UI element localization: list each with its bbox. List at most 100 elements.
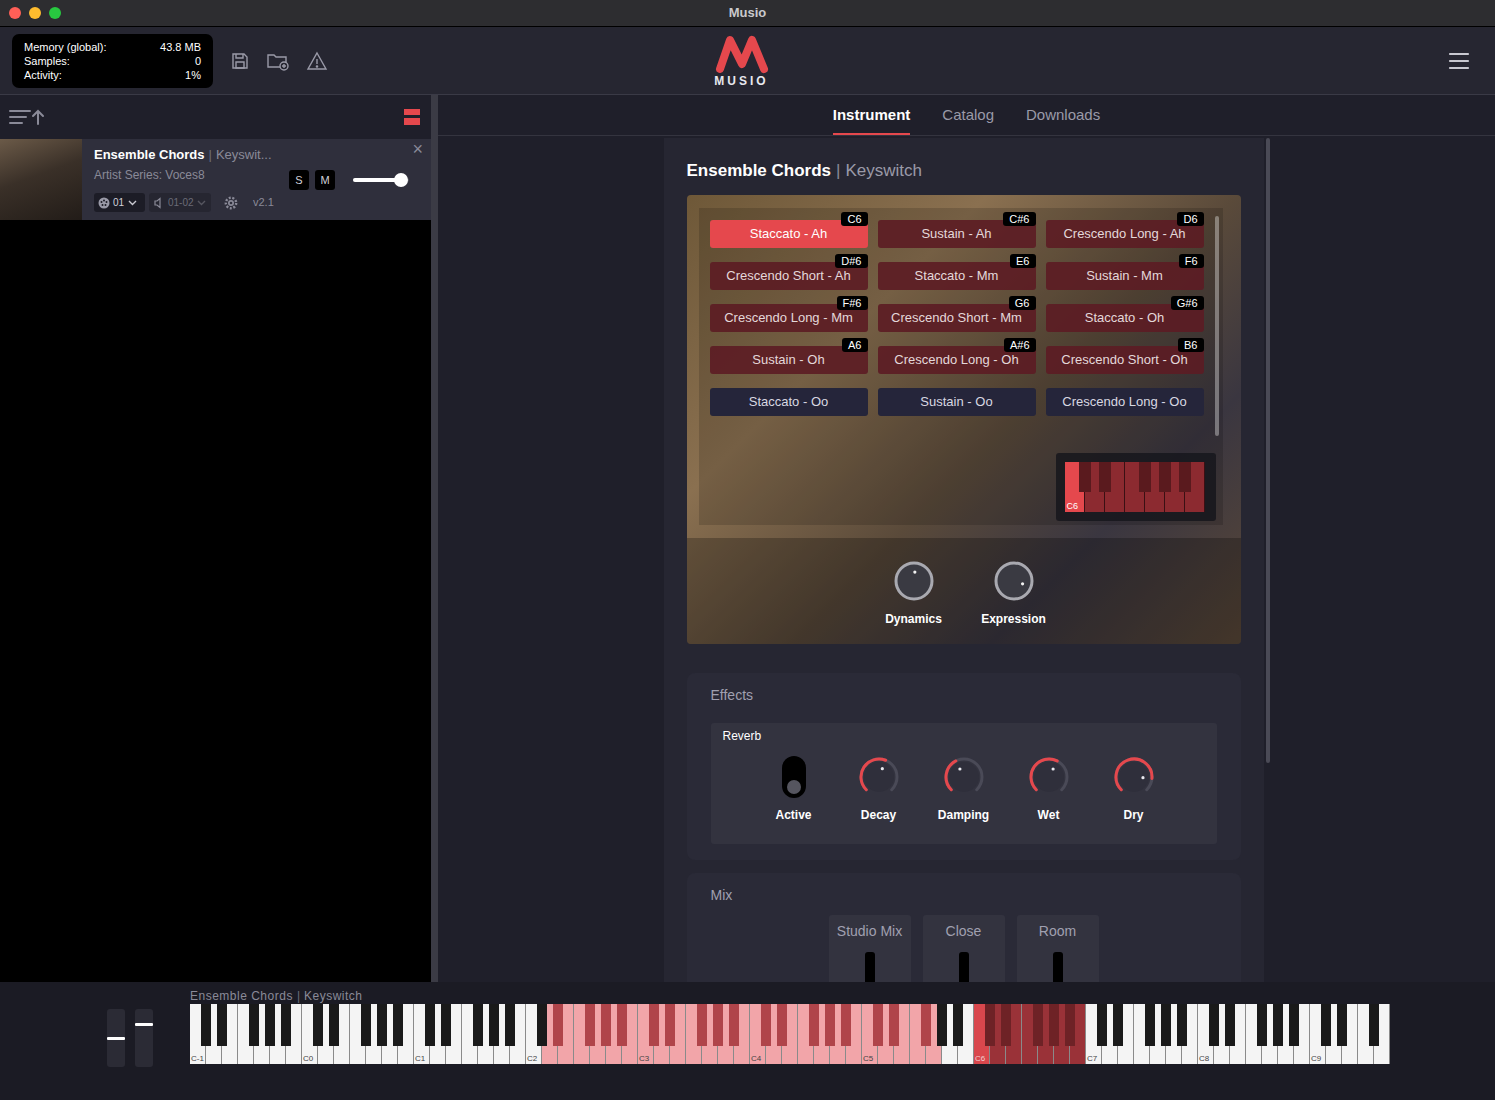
piano-key[interactable]: [1337, 1004, 1347, 1046]
piano-key[interactable]: [713, 1004, 723, 1046]
midi-channel-select[interactable]: 01: [94, 193, 145, 212]
piano-key[interactable]: [697, 1004, 707, 1046]
active-toggle[interactable]: [782, 756, 806, 798]
piano-key[interactable]: [953, 1004, 963, 1046]
save-icon[interactable]: [229, 50, 251, 72]
knob[interactable]: [858, 756, 900, 798]
piano-key[interactable]: [473, 1004, 483, 1046]
zoom-window-button[interactable]: [49, 7, 61, 19]
articulation-button[interactable]: Crescendo Short - AhD#6: [710, 262, 868, 290]
rack-instrument[interactable]: Ensemble Chords|Keyswit...Artist Series:…: [0, 139, 431, 220]
articulation-button[interactable]: Staccato - AhC6: [710, 220, 868, 248]
piano-key[interactable]: [585, 1004, 595, 1046]
piano-key[interactable]: [873, 1004, 883, 1046]
piano-key[interactable]: [505, 1004, 515, 1046]
piano-key[interactable]: [729, 1004, 739, 1046]
piano-key[interactable]: [329, 1004, 339, 1046]
volume-thumb[interactable]: [394, 173, 408, 187]
knob[interactable]: [1113, 756, 1155, 798]
knob-control[interactable]: Damping: [934, 756, 994, 824]
piano-key[interactable]: [441, 1004, 451, 1046]
knob-control[interactable]: Dynamics: [879, 560, 949, 644]
list-scrollbar[interactable]: [1215, 216, 1219, 436]
tab[interactable]: Catalog: [942, 95, 994, 136]
piano-key[interactable]: [537, 1004, 547, 1046]
articulation-button[interactable]: Sustain - AhC#6: [878, 220, 1036, 248]
piano-key[interactable]: [921, 1004, 931, 1046]
knob-control[interactable]: Expression: [979, 560, 1049, 644]
tab[interactable]: Instrument: [833, 95, 911, 136]
piano-key[interactable]: [889, 1004, 899, 1046]
minimize-window-button[interactable]: [29, 7, 41, 19]
articulation-button[interactable]: Sustain - OhA6: [710, 346, 868, 374]
mix-fader[interactable]: [1053, 952, 1063, 982]
piano-key[interactable]: [1097, 1004, 1107, 1046]
piano-key[interactable]: [1065, 1004, 1075, 1046]
piano-key[interactable]: [777, 1004, 787, 1046]
warning-icon[interactable]: [305, 50, 329, 72]
solo-button[interactable]: S: [289, 170, 309, 190]
mini-key[interactable]: [1139, 462, 1151, 492]
mute-button[interactable]: M: [315, 170, 335, 190]
piano-key[interactable]: [201, 1004, 211, 1046]
knob[interactable]: [893, 560, 935, 602]
knob[interactable]: [993, 560, 1035, 602]
piano-key[interactable]: [313, 1004, 323, 1046]
piano-key[interactable]: [937, 1004, 947, 1046]
articulation-button[interactable]: Staccato - MmE6: [878, 262, 1036, 290]
articulation-button[interactable]: Crescendo Short - MmG6: [878, 304, 1036, 332]
knob-control[interactable]: Decay: [849, 756, 909, 824]
piano-key[interactable]: [377, 1004, 387, 1046]
piano-key[interactable]: [265, 1004, 275, 1046]
mod-wheel[interactable]: [135, 1009, 153, 1067]
piano-key[interactable]: [1209, 1004, 1219, 1046]
articulation-button[interactable]: Staccato - OhG#6: [1046, 304, 1204, 332]
piano-key[interactable]: [489, 1004, 499, 1046]
knob-control[interactable]: Dry: [1104, 756, 1164, 824]
tab[interactable]: Downloads: [1026, 95, 1100, 136]
piano-key[interactable]: [1273, 1004, 1283, 1046]
piano-key[interactable]: [985, 1004, 995, 1046]
piano-key[interactable]: [617, 1004, 627, 1046]
piano-key[interactable]: [841, 1004, 851, 1046]
piano-key[interactable]: [1257, 1004, 1267, 1046]
articulation-button[interactable]: Crescendo Long - Oo: [1046, 388, 1204, 416]
mix-fader[interactable]: [865, 952, 875, 982]
volume-slider[interactable]: [353, 178, 409, 182]
piano-key[interactable]: [601, 1004, 611, 1046]
menu-icon[interactable]: [1447, 49, 1471, 73]
output-select[interactable]: 01-02: [149, 193, 211, 212]
piano-key[interactable]: [361, 1004, 371, 1046]
mini-key[interactable]: [1179, 462, 1191, 492]
articulation-button[interactable]: Sustain - MmF6: [1046, 262, 1204, 290]
remove-instrument-button[interactable]: ×: [412, 139, 423, 159]
mix-fader[interactable]: [959, 952, 969, 982]
articulation-button[interactable]: Crescendo Short - OhB6: [1046, 346, 1204, 374]
pitch-wheel[interactable]: [107, 1009, 125, 1067]
mini-key[interactable]: [1079, 462, 1091, 492]
piano-key[interactable]: [1321, 1004, 1331, 1046]
rack-layout-icon[interactable]: [403, 108, 421, 126]
knob[interactable]: [943, 756, 985, 798]
splitter[interactable]: [431, 95, 438, 982]
knob[interactable]: [1028, 756, 1070, 798]
piano-key[interactable]: [217, 1004, 227, 1046]
articulation-button[interactable]: Crescendo Long - AhD6: [1046, 220, 1204, 248]
piano-key[interactable]: [1369, 1004, 1379, 1046]
piano-key[interactable]: [761, 1004, 771, 1046]
folder-add-icon[interactable]: [265, 50, 291, 72]
piano-key[interactable]: [1033, 1004, 1043, 1046]
piano-key[interactable]: [249, 1004, 259, 1046]
piano-key[interactable]: [825, 1004, 835, 1046]
mini-key[interactable]: [1159, 462, 1171, 492]
knob-control[interactable]: Wet: [1019, 756, 1079, 824]
piano-key[interactable]: [649, 1004, 659, 1046]
piano-key[interactable]: [809, 1004, 819, 1046]
articulation-button[interactable]: Staccato - Oo: [710, 388, 868, 416]
articulation-button[interactable]: Crescendo Long - OhA#6: [878, 346, 1036, 374]
gear-icon[interactable]: [223, 195, 239, 211]
piano-key[interactable]: [1289, 1004, 1299, 1046]
piano-key[interactable]: [553, 1004, 563, 1046]
articulation-button[interactable]: Crescendo Long - MmF#6: [710, 304, 868, 332]
piano-key[interactable]: [1113, 1004, 1123, 1046]
